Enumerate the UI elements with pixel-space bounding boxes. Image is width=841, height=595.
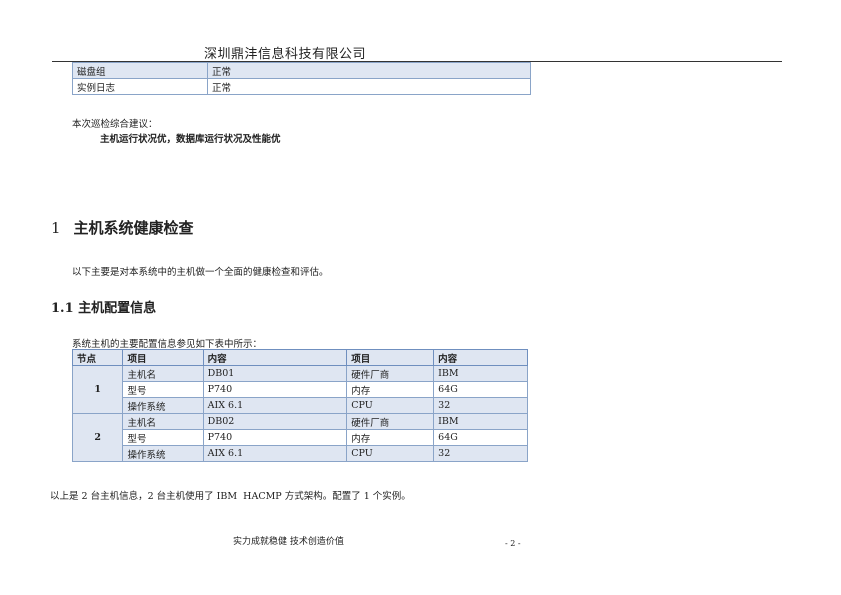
section-title: 主机系统健康检查: [73, 219, 194, 237]
suggestion-label: 本次巡检综合建议：: [72, 119, 158, 130]
config-cell: 型号: [122, 429, 204, 446]
config-cell: 内存: [346, 381, 435, 398]
config-cell: 32: [433, 397, 528, 414]
config-cell: DB02: [202, 413, 348, 430]
config-table: 节点 项目 内容 项目 内容 1 主机名 DB01 硬件厂商 IBM 型号 P740 内存 64G 操作系…: [71, 349, 528, 462]
config-cell: AIX 6.1: [202, 397, 348, 414]
config-cell: 内存: [346, 429, 435, 446]
node-cell: 1: [71, 365, 124, 414]
header-company-name: 深圳鼎沣信息科技有限公司: [204, 47, 367, 62]
table-row: 磁盘组 正常: [72, 62, 531, 79]
config-cell: IBM: [433, 413, 528, 430]
column-header: 内容: [202, 349, 348, 366]
config-cell: P740: [202, 429, 348, 446]
footer-motto: 实力成就稳健 技术创造价值: [233, 537, 344, 547]
table-row: 实例日志 正常: [72, 78, 531, 95]
page-number: - 2 -: [505, 539, 521, 548]
table-row: 2 主机名 DB02 硬件厂商 IBM: [71, 413, 528, 462]
section-intro: 以下主要是对本系统中的主机做一个全面的健康检查和评估。: [72, 267, 329, 278]
config-cell: 硬件厂商: [346, 365, 435, 382]
status-table: 磁盘组 正常 实例日志 正常: [72, 62, 531, 95]
column-header: 内容: [433, 349, 528, 366]
status-item-cell: 磁盘组: [72, 62, 208, 79]
subsection-heading: 1.1 主机配置信息: [51, 301, 157, 316]
table-row: 操作系统 AIX 6.1 CPU 32: [73, 397, 528, 414]
config-cell: DB01: [202, 365, 348, 382]
config-cell: 操作系统: [122, 397, 204, 414]
config-cell: 64G: [433, 429, 528, 446]
config-cell: IBM: [433, 365, 528, 382]
config-cell: CPU: [346, 445, 435, 462]
config-cell: 64G: [433, 381, 528, 398]
summary-text: 以上是 2 台主机信息，2 台主机使用了 IBM HACMP 方式架构。配置了 …: [50, 491, 411, 502]
table-row: 型号 P740 内存 64G: [73, 381, 528, 398]
config-cell: CPU: [346, 397, 435, 414]
config-cell: 主机名: [122, 413, 204, 430]
config-cell: 32: [433, 445, 528, 462]
config-cell: 型号: [122, 381, 204, 398]
table-row: 操作系统 AIX 6.1 CPU 32: [73, 445, 528, 462]
suggestion-text: 主机运行状况优，数据库运行状况及性能优: [100, 134, 281, 145]
config-cell: 操作系统: [122, 445, 204, 462]
table-row: 1 主机名 DB01 硬件厂商 IBM: [71, 365, 528, 414]
column-header: 项目: [122, 349, 204, 366]
config-cell: 硬件厂商: [346, 413, 435, 430]
section-heading: 1 主机系统健康检查: [51, 217, 194, 238]
config-cell: 主机名: [122, 365, 204, 382]
config-intro: 系统主机的主要配置信息参见如下表中所示：: [72, 339, 263, 350]
node-cell: 2: [71, 413, 124, 462]
status-status-cell: 正常: [207, 78, 531, 95]
config-cell: P740: [202, 381, 348, 398]
config-cell: AIX 6.1: [202, 445, 348, 462]
section-number: 1: [51, 219, 61, 237]
status-status-cell: 正常: [207, 62, 531, 79]
column-header: 节点: [71, 349, 124, 366]
table-row: 型号 P740 内存 64G: [73, 429, 528, 446]
status-item-cell: 实例日志: [72, 78, 208, 95]
column-header: 项目: [346, 349, 435, 366]
